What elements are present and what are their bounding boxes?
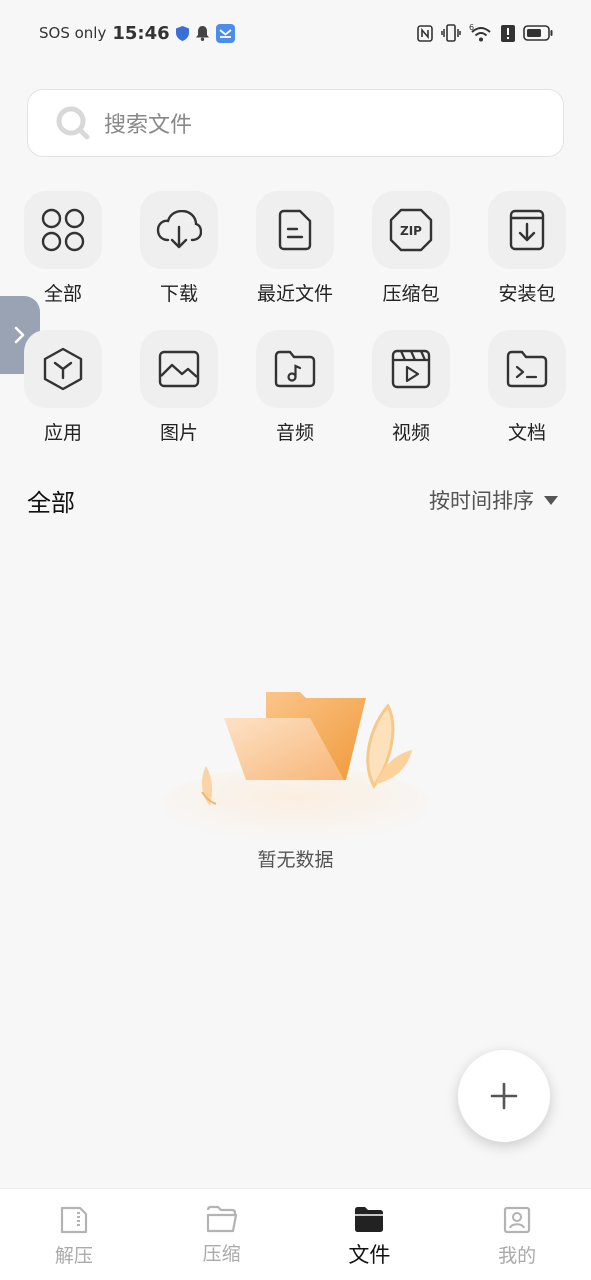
search-input[interactable]: 搜索文件	[27, 89, 564, 157]
category-label: 文档	[507, 422, 546, 444]
shield-icon	[175, 25, 189, 41]
category-label: 视频	[391, 422, 430, 444]
recent-file-icon	[256, 191, 334, 269]
search-icon	[54, 104, 92, 142]
category-download[interactable]: 下载	[121, 191, 237, 306]
nav-compress[interactable]: 压缩	[148, 1189, 296, 1280]
svg-text:ZIP: ZIP	[400, 224, 422, 238]
carrier-text: SOS only	[39, 24, 107, 42]
nav-profile[interactable]: 我的	[443, 1189, 591, 1280]
sort-dropdown[interactable]: 按时间排序	[429, 485, 558, 515]
audio-folder-icon	[256, 330, 334, 408]
category-label: 音频	[275, 422, 314, 444]
caret-down-icon	[544, 495, 558, 505]
bottom-nav: 解压 压缩 文件 我的	[0, 1188, 591, 1280]
grid-icon	[24, 191, 102, 269]
cloud-download-icon	[140, 191, 218, 269]
wifi-icon: 6	[469, 23, 493, 43]
compress-folder-icon	[206, 1205, 237, 1233]
category-archives[interactable]: ZIP 压缩包	[353, 191, 469, 306]
profile-icon	[504, 1206, 531, 1234]
nfc-icon	[417, 24, 433, 42]
category-images[interactable]: 图片	[121, 330, 237, 445]
category-all[interactable]: 全部	[5, 191, 121, 306]
category-video[interactable]: 视频	[353, 330, 469, 445]
empty-state-text: 暂无数据	[257, 849, 334, 871]
cube-icon	[24, 330, 102, 408]
nav-extract[interactable]: 解压	[0, 1189, 148, 1280]
image-icon	[140, 330, 218, 408]
nav-label: 压缩	[202, 1243, 241, 1265]
sort-label: 按时间排序	[429, 489, 534, 513]
category-label: 应用	[43, 422, 82, 444]
status-bar: SOS only 15:46 6	[0, 0, 591, 66]
install-package-icon	[488, 191, 566, 269]
category-recent-files[interactable]: 最近文件	[237, 191, 353, 306]
nav-label: 解压	[54, 1245, 93, 1267]
vibrate-icon	[441, 24, 461, 42]
category-label: 安装包	[498, 283, 556, 305]
status-right: 6	[417, 23, 553, 43]
nav-label: 我的	[498, 1245, 537, 1267]
terminal-doc-icon	[488, 330, 566, 408]
category-label: 最近文件	[256, 283, 333, 305]
status-left: SOS only 15:46	[39, 23, 235, 44]
category-audio[interactable]: 音频	[237, 330, 353, 445]
video-icon	[372, 330, 450, 408]
category-label: 图片	[159, 422, 198, 444]
category-install-packages[interactable]: 安装包	[469, 191, 585, 306]
search-placeholder: 搜索文件	[104, 113, 193, 138]
category-apps[interactable]: 应用	[5, 330, 121, 445]
empty-folder-illustration	[160, 680, 432, 843]
category-label: 下载	[159, 283, 198, 305]
clock-time: 15:46	[112, 22, 170, 44]
bell-icon	[195, 25, 210, 41]
extract-icon	[60, 1206, 87, 1234]
nav-label: 文件	[348, 1243, 391, 1267]
battery-icon	[523, 25, 553, 41]
alert-icon	[501, 24, 515, 42]
zip-icon: ZIP	[372, 191, 450, 269]
section-title: 全部	[27, 489, 75, 517]
app-badge-icon	[215, 23, 235, 43]
plus-icon	[490, 1082, 518, 1110]
category-documents[interactable]: 文档	[469, 330, 585, 445]
folder-icon	[355, 1207, 384, 1232]
category-label: 全部	[43, 283, 82, 305]
add-fab-button[interactable]	[458, 1050, 550, 1142]
category-label: 压缩包	[382, 283, 440, 305]
nav-files[interactable]: 文件	[296, 1189, 444, 1280]
